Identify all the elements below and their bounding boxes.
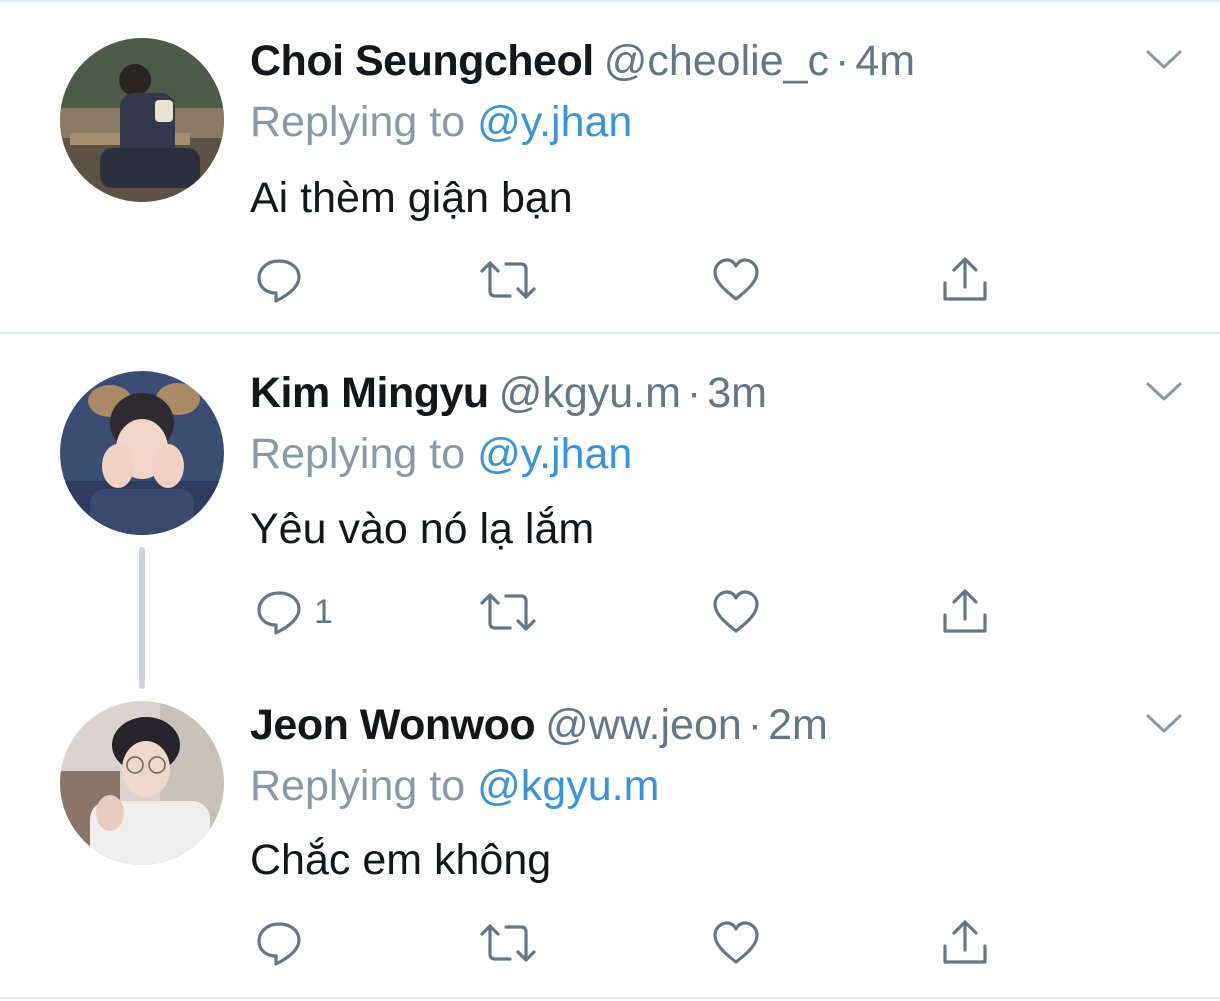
replying-to-label: Replying to (250, 98, 466, 146)
share-icon (943, 257, 987, 301)
separator-dot: · (835, 37, 850, 85)
separator-dot: · (747, 701, 763, 749)
chevron-down-icon[interactable] (1145, 380, 1183, 404)
like-icon (713, 921, 759, 964)
timestamp[interactable]: 2m (768, 701, 828, 749)
avatar-photo (60, 701, 224, 865)
timestamp[interactable]: 4m (855, 37, 915, 85)
like-button[interactable] (711, 250, 761, 310)
mention-link[interactable]: @y.jhan (477, 98, 632, 146)
share-button[interactable] (940, 582, 990, 642)
tweet-text: Ai thèm giận bạn (250, 174, 573, 222)
avatar[interactable] (60, 371, 224, 535)
tweet-header: Jeon Wonwoo @ww.jeon · 2m (250, 700, 828, 750)
mention-link[interactable]: @kgyu.m (477, 762, 659, 810)
like-icon (713, 258, 759, 301)
avatar-photo (60, 371, 224, 535)
thread-line (139, 547, 145, 689)
tweet[interactable]: Kim Mingyu @kgyu.m · 3m Replying to @y.jhan … (0, 334, 1220, 669)
avatar[interactable] (60, 701, 224, 865)
retweet-icon (480, 261, 536, 299)
chevron-down-icon[interactable] (1145, 712, 1183, 736)
tweet-header: Kim Mingyu @kgyu.m · 3m (250, 368, 767, 418)
mention-link[interactable]: @y.jhan (477, 430, 632, 478)
avatar-photo (60, 38, 224, 202)
share-button[interactable] (940, 913, 990, 973)
tweet[interactable]: Jeon Wonwoo @ww.jeon · 2m Replying to @kgyu.… (0, 669, 1220, 997)
tweet-header: Choi Seungcheol @cheolie_c · 4m (250, 36, 915, 86)
share-icon (943, 589, 987, 633)
retweet-button[interactable] (478, 250, 538, 310)
reply-button[interactable]: 1 (254, 582, 333, 642)
user-handle[interactable]: @kgyu.m (499, 369, 681, 417)
retweet-icon (480, 924, 536, 962)
retweet-button[interactable] (478, 913, 538, 973)
display-name[interactable]: Kim Mingyu (250, 369, 489, 417)
tweet-actions (0, 913, 1220, 973)
retweet-icon (480, 593, 536, 631)
avatar[interactable] (60, 38, 224, 202)
like-button[interactable] (711, 913, 761, 973)
tweet-actions: 1 (0, 582, 1220, 642)
replying-to: Replying to @y.jhan (250, 429, 632, 479)
tweet[interactable]: Choi Seungcheol @cheolie_c · 4m Replying to… (0, 0, 1220, 332)
tweet-actions (0, 250, 1220, 310)
user-handle[interactable]: @cheolie_c (604, 37, 829, 85)
reply-icon (257, 591, 301, 635)
chevron-down-icon[interactable] (1145, 48, 1183, 72)
reply-icon (257, 259, 301, 303)
replying-to-label: Replying to (250, 762, 466, 810)
tweet-divider (0, 997, 1220, 999)
tweet-text: Chắc em không (250, 836, 552, 884)
share-icon (943, 920, 987, 964)
display-name[interactable]: Jeon Wonwoo (250, 701, 536, 749)
reply-count: 1 (314, 593, 333, 631)
reply-button[interactable] (254, 250, 314, 310)
replying-to-label: Replying to (250, 430, 466, 478)
tweet-text: Yêu vào nó lạ lắm (250, 505, 595, 553)
display-name[interactable]: Choi Seungcheol (250, 37, 594, 85)
like-button[interactable] (711, 582, 761, 642)
like-icon (713, 590, 759, 633)
reply-button[interactable] (254, 913, 314, 973)
share-button[interactable] (940, 250, 990, 310)
replying-to: Replying to @kgyu.m (250, 761, 659, 811)
reply-icon (257, 922, 301, 966)
replying-to: Replying to @y.jhan (250, 97, 632, 147)
timestamp[interactable]: 3m (707, 369, 767, 417)
separator-dot: · (686, 369, 702, 417)
user-handle[interactable]: @ww.jeon (545, 701, 742, 749)
retweet-button[interactable] (478, 582, 538, 642)
